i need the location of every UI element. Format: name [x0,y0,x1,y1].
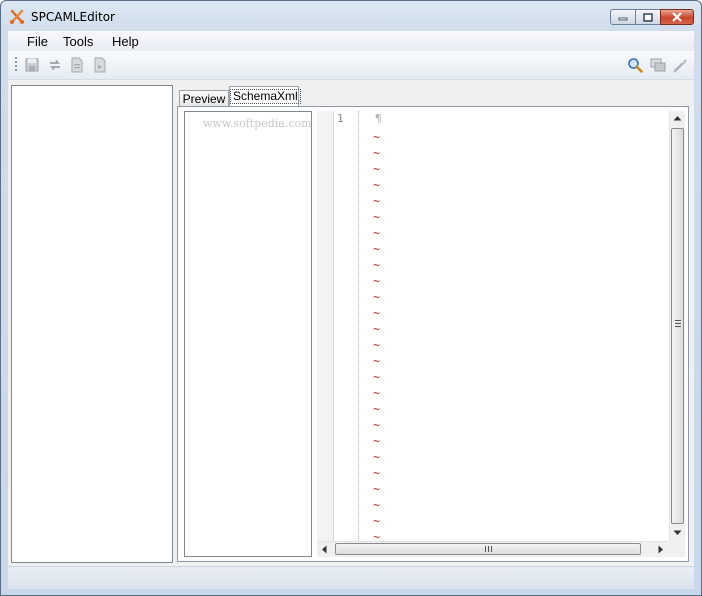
empty-line-marker: ~ [373,338,381,352]
empty-line-marker: ~ [373,450,381,464]
application-window: SPCAMLEditor File Tools Help Preview Sch… [0,0,702,596]
empty-line-marker: ~ [373,194,381,208]
tab-schemaxml-label: SchemaXml [230,89,301,104]
empty-line-marker: ~ [373,258,381,272]
line-number: 1 [337,112,344,125]
empty-line-marker: ~ [373,162,381,176]
tab-schemaxml[interactable]: SchemaXml [229,86,301,107]
vertical-scroll-thumb[interactable] [671,128,684,524]
scroll-left-arrow-icon[interactable] [321,545,327,554]
schema-tab-panel: www.softpedia.com 1 ¶ ~ ~ ~ ~ ~ ~ ~ ~ ~ … [177,106,689,562]
tree-pane[interactable] [11,85,173,563]
client-area: Preview SchemaXml www.softpedia.com 1 ¶ … [8,80,694,588]
empty-line-marker: ~ [373,514,381,528]
empty-line-marker: ~ [373,402,381,416]
maximize-icon [643,12,653,22]
scrollbar-corner [669,541,685,557]
empty-line-marker: ~ [373,130,381,144]
empty-line-marker: ~ [373,466,381,480]
title-bar[interactable]: SPCAMLEditor [1,1,701,31]
wrench-icon[interactable] [672,57,688,73]
menu-bar: File Tools Help [8,31,694,51]
end-of-line-marker: ¶ [375,112,382,125]
thumb-grip-icon [485,546,492,552]
empty-line-marker: ~ [373,210,381,224]
editor-margin [317,111,333,541]
empty-line-marker: ~ [373,354,381,368]
search-zoom-icon[interactable] [627,57,643,73]
scroll-down-arrow-icon[interactable] [673,530,682,536]
horizontal-scrollbar[interactable] [317,541,669,557]
line-number-gutter: 1 [333,111,356,541]
caption-buttons [610,9,694,27]
status-bar [8,566,694,589]
xml-editor[interactable]: 1 ¶ ~ ~ ~ ~ ~ ~ ~ ~ ~ ~ ~ ~ ~ ~ ~ ~ ~ ~ … [317,111,685,557]
menu-file[interactable]: File [27,34,48,49]
empty-line-marker: ~ [373,482,381,496]
menu-help[interactable]: Help [112,34,139,49]
horizontal-scroll-thumb[interactable] [335,543,641,555]
empty-line-marker: ~ [373,434,381,448]
save-icon[interactable] [24,57,40,73]
empty-line-marker: ~ [373,290,381,304]
refresh-icon[interactable] [47,57,63,73]
empty-line-marker: ~ [373,386,381,400]
scroll-right-arrow-icon[interactable] [658,545,664,554]
empty-line-marker: ~ [373,274,381,288]
windows-icon[interactable] [650,57,666,73]
window-title: SPCAMLEditor [31,10,115,24]
document-export-icon[interactable] [92,57,108,73]
empty-line-marker: ~ [373,146,381,160]
menu-tools[interactable]: Tools [63,34,93,49]
document-icon[interactable] [69,57,85,73]
close-icon [672,12,682,22]
tab-preview-label: Preview [182,92,226,106]
watermark-text: www.softpedia.com [203,117,312,130]
empty-line-marker: ~ [373,418,381,432]
empty-line-marker: ~ [373,178,381,192]
close-button[interactable] [660,9,694,25]
minimize-icon [618,17,628,21]
schema-list-pane[interactable]: www.softpedia.com [184,111,312,557]
toolbar [8,51,694,80]
minimize-button[interactable] [610,9,636,25]
scroll-up-arrow-icon[interactable] [673,115,682,121]
empty-line-marker: ~ [373,322,381,336]
maximize-button[interactable] [635,9,661,25]
app-scissors-icon [10,9,24,24]
thumb-grip-icon [675,320,681,327]
empty-line-marker: ~ [373,226,381,240]
empty-line-marker: ~ [373,370,381,384]
empty-line-marker: ~ [373,306,381,320]
empty-line-marker: ~ [373,498,381,512]
empty-line-marker: ~ [373,242,381,256]
toolbar-grip[interactable] [15,57,17,73]
vertical-scrollbar[interactable] [669,111,685,541]
empty-line-markers: ~ ~ ~ ~ ~ ~ ~ ~ ~ ~ ~ ~ ~ ~ ~ ~ ~ ~ ~ ~ … [373,129,385,545]
fold-margin-line [358,111,359,541]
